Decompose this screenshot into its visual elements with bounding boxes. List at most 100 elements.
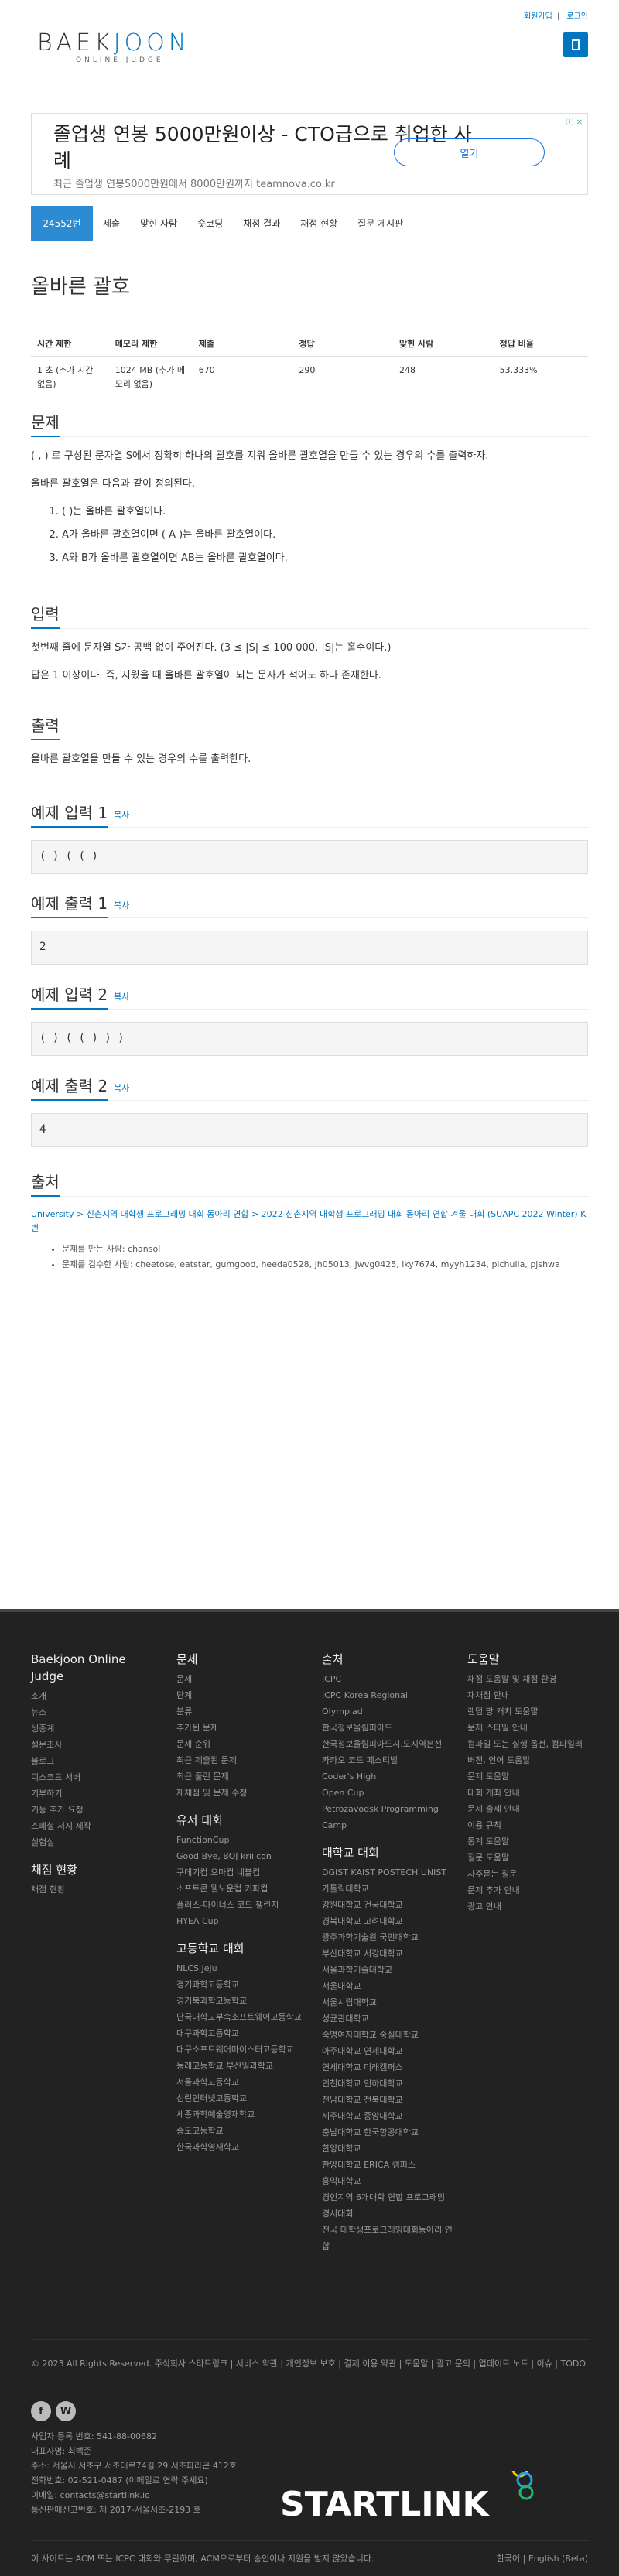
footer-link[interactable]: Olympiad bbox=[322, 1703, 453, 1720]
footer-link[interactable]: 이용 규칙 bbox=[467, 1817, 591, 1833]
mobile-menu-button[interactable] bbox=[563, 32, 588, 57]
footer-link[interactable]: 부산대학교 서강대학교 bbox=[322, 1946, 453, 1962]
tab-submit[interactable]: 제출 bbox=[93, 206, 130, 241]
footer-link[interactable]: 서울시립대학교 bbox=[322, 1994, 453, 2011]
footer-link[interactable]: 인천대학교 인하대학교 bbox=[322, 2075, 453, 2092]
footer-link[interactable]: 재채점 안내 bbox=[467, 1687, 591, 1703]
footer-link[interactable]: NLCS Jeju bbox=[176, 1960, 308, 1976]
footer-link[interactable]: 세종과학예술영재학교 bbox=[176, 2106, 308, 2123]
footer-link[interactable]: 한국과학영재학교 bbox=[176, 2139, 308, 2155]
footer-link[interactable]: 경기북과학고등학교 bbox=[176, 1993, 308, 2009]
footer-link[interactable]: ICPC Korea Regional bbox=[322, 1687, 453, 1703]
footer-link[interactable]: 대회 개최 안내 bbox=[467, 1785, 591, 1801]
footer-link[interactable]: 대구소프트웨어마이스터고등학교 bbox=[176, 2041, 308, 2058]
language-switch[interactable]: 한국어 | English (Beta) bbox=[497, 2552, 588, 2564]
footer-link[interactable]: 컴파일 또는 실행 옵션, 컴파일러 버전, 언어 도움말 bbox=[467, 1736, 591, 1768]
ad-choices-icon[interactable]: ⓘ ✕ bbox=[566, 115, 583, 127]
footer-link[interactable]: Good Bye, BOJ kriiicon bbox=[176, 1848, 308, 1864]
footer-link[interactable]: DGIST KAIST POSTECH UNIST 가톨릭대학교 bbox=[322, 1864, 453, 1897]
footer-link[interactable]: 연세대학교 미래캠퍼스 bbox=[322, 2059, 453, 2075]
footer-link[interactable]: 채점 현황 bbox=[31, 1881, 155, 1898]
footer-link[interactable]: 추가된 문제 bbox=[176, 1720, 308, 1736]
footer-link[interactable]: 소프트콘 웰노운컵 키파컵 bbox=[176, 1881, 308, 1897]
footer-link[interactable]: 송도고등학교 bbox=[176, 2123, 308, 2139]
tab-solvers[interactable]: 맞힌 사람 bbox=[130, 206, 187, 241]
footer-link[interactable]: 문제 도움말 bbox=[467, 1768, 591, 1785]
footer-link[interactable]: 최근 제출된 문제 bbox=[176, 1752, 308, 1768]
wordpress-icon[interactable]: W bbox=[56, 2401, 76, 2421]
footer-link[interactable]: 강원대학교 건국대학교 bbox=[322, 1897, 453, 1913]
login-link[interactable]: 로그인 bbox=[566, 12, 588, 21]
footer-link[interactable]: 대구과학고등학교 bbox=[176, 2025, 308, 2041]
footer-link[interactable]: 채점 도움말 및 채점 환경 bbox=[467, 1671, 591, 1687]
copy-button[interactable]: 복사 bbox=[114, 808, 129, 821]
footer-legal-links[interactable]: © 2023 All Rights Reserved. 주식회사 스타트링크 |… bbox=[31, 2356, 588, 2372]
footer-link[interactable]: 단국대학교부속소프트웨어고등학교 bbox=[176, 2009, 308, 2025]
tab-status[interactable]: 채점 현황 bbox=[290, 206, 347, 241]
footer-link[interactable]: 생중계 bbox=[31, 1720, 155, 1737]
footer-link[interactable]: 분류 bbox=[176, 1703, 308, 1720]
footer-link[interactable]: 실험실 bbox=[31, 1834, 155, 1850]
footer-link[interactable]: 제주대학교 중앙대학교 bbox=[322, 2108, 453, 2124]
footer-link[interactable]: 한양대학교 ERICA 캠퍼스 bbox=[322, 2157, 453, 2173]
footer-link[interactable]: 단계 bbox=[176, 1687, 308, 1703]
footer-link[interactable]: 문제 스타일 안내 bbox=[467, 1720, 591, 1736]
footer-link[interactable]: Open Cup bbox=[322, 1785, 453, 1801]
footer-link[interactable]: 카카오 코드 페스티벌 bbox=[322, 1752, 453, 1768]
footer-link[interactable]: 광주과학기술원 국민대학교 bbox=[322, 1929, 453, 1946]
footer-link[interactable]: 최근 풀린 문제 bbox=[176, 1768, 308, 1785]
footer-link[interactable]: 서울과학기술대학교 bbox=[322, 1962, 453, 1978]
footer-link[interactable]: 기능 추가 요청 bbox=[31, 1802, 155, 1818]
footer-link[interactable]: 성균관대학교 bbox=[322, 2011, 453, 2027]
footer-link[interactable]: 광고 안내 bbox=[467, 1898, 591, 1915]
tab-results[interactable]: 채점 결과 bbox=[233, 206, 290, 241]
footer-link[interactable]: 문제 추가 안내 bbox=[467, 1882, 591, 1898]
ad-banner[interactable]: 졸업생 연봉 5000만원이상 - CTO급으로 취업한 사례 최근 졸업생 연… bbox=[31, 113, 588, 195]
tab-short-coding[interactable]: 숏코딩 bbox=[187, 206, 233, 241]
footer-link[interactable]: 질문 도움말 bbox=[467, 1850, 591, 1866]
footer-link[interactable]: 뉴스 bbox=[31, 1704, 155, 1720]
footer-link[interactable]: 문제 순위 bbox=[176, 1736, 308, 1752]
copy-button[interactable]: 복사 bbox=[114, 899, 129, 911]
footer-link[interactable]: 기부하기 bbox=[31, 1785, 155, 1802]
footer-link[interactable]: 충남대학교 한국항공대학교 bbox=[322, 2124, 453, 2140]
footer-link[interactable]: 선린인터넷고등학교 bbox=[176, 2090, 308, 2106]
footer-link[interactable]: 디스코드 서버 bbox=[31, 1769, 155, 1785]
footer-link[interactable]: 전국 대학생프로그래밍대회동아리 연합 bbox=[322, 2222, 453, 2254]
footer-link[interactable]: 홍익대학교 bbox=[322, 2173, 453, 2189]
signup-link[interactable]: 회원가입 bbox=[524, 12, 552, 21]
footer-link[interactable]: 문제 출제 안내 bbox=[467, 1801, 591, 1817]
footer-link[interactable]: 설문조사 bbox=[31, 1737, 155, 1753]
footer-link[interactable]: 아주대학교 연세대학교 bbox=[322, 2043, 453, 2059]
footer-link[interactable]: 플러스-마이너스 코드 챌린지 bbox=[176, 1897, 308, 1913]
site-logo[interactable]: BAEKJOON ONLINE JUDGE bbox=[37, 29, 190, 64]
footer-link[interactable]: 문제 bbox=[176, 1671, 308, 1687]
tab-qna[interactable]: 질문 게시판 bbox=[347, 206, 413, 241]
tab-problem-number[interactable]: 24552번 bbox=[31, 206, 93, 241]
footer-link[interactable]: HYEA Cup bbox=[176, 1913, 308, 1929]
footer-link[interactable]: 재채점 및 문제 수정 bbox=[176, 1785, 308, 1801]
footer-link[interactable]: 소개 bbox=[31, 1688, 155, 1704]
footer-link[interactable]: Petrozavodsk Programming Camp bbox=[322, 1801, 453, 1833]
footer-link[interactable]: Coder's High bbox=[322, 1768, 453, 1785]
footer-link[interactable]: 블로그 bbox=[31, 1753, 155, 1769]
footer-link[interactable]: FunctionCup bbox=[176, 1832, 308, 1848]
footer-link[interactable]: 자주묻는 질문 bbox=[467, 1866, 591, 1882]
footer-link[interactable]: 경북대학교 고려대학교 bbox=[322, 1913, 453, 1929]
footer-link[interactable]: 경기과학고등학교 bbox=[176, 1976, 308, 1993]
source-link[interactable]: University > 신촌지역 대학생 프로그래밍 대회 동아리 연합 > … bbox=[31, 1209, 586, 1233]
footer-link[interactable]: 통계 도움말 bbox=[467, 1833, 591, 1850]
copy-button[interactable]: 복사 bbox=[114, 990, 129, 1003]
copy-button[interactable]: 복사 bbox=[114, 1081, 129, 1094]
footer-link[interactable]: 경인지역 6개대학 연합 프로그래밍 경시대회 bbox=[322, 2189, 453, 2222]
footer-link[interactable]: 스페셜 저지 제작 bbox=[31, 1818, 155, 1834]
footer-link[interactable]: 숙명여자대학교 숭실대학교 bbox=[322, 2027, 453, 2043]
facebook-icon[interactable]: f bbox=[31, 2401, 51, 2421]
footer-link[interactable]: 서울대학교 bbox=[322, 1978, 453, 1994]
footer-link[interactable]: 동래고등학교 부산일과학교 bbox=[176, 2058, 308, 2074]
footer-link[interactable]: 서울과학고등학교 bbox=[176, 2074, 308, 2090]
footer-link[interactable]: 전남대학교 전북대학교 bbox=[322, 2092, 453, 2108]
footer-link[interactable]: ICPC bbox=[322, 1671, 453, 1687]
footer-link[interactable]: 한양대학교 bbox=[322, 2140, 453, 2157]
ad-open-button[interactable]: 열기 bbox=[394, 138, 545, 166]
